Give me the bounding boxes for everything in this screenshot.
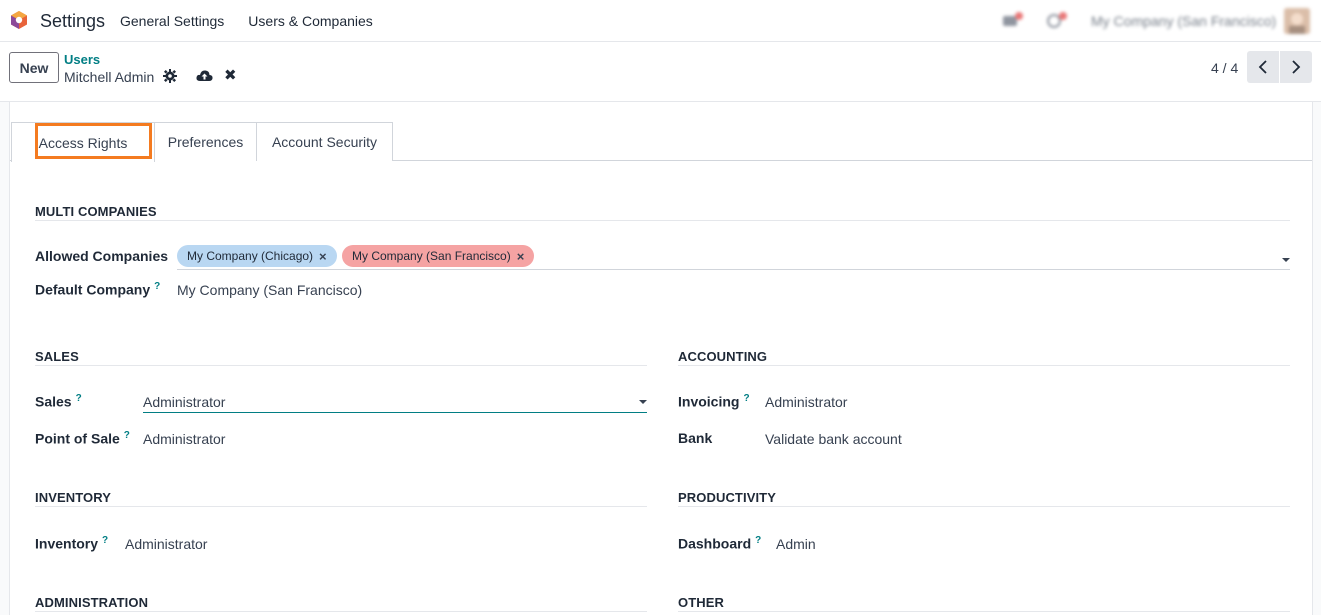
menu-users-companies[interactable]: Users & Companies — [248, 13, 373, 29]
top-menu: General Settings Users & Companies — [120, 13, 373, 29]
dashboard-value[interactable]: Admin — [776, 536, 816, 552]
pager-previous-button[interactable] — [1247, 51, 1279, 83]
section-divider — [35, 506, 647, 507]
default-company-value[interactable]: My Company (San Francisco) — [177, 282, 362, 298]
pager-value[interactable]: 4 / 4 — [1211, 60, 1238, 76]
section-divider — [35, 220, 1290, 221]
section-divider — [35, 365, 647, 366]
inventory-label: Inventory? — [35, 535, 109, 552]
help-tooltip-icon[interactable]: ? — [124, 430, 130, 441]
section-divider — [678, 365, 1290, 366]
bank-value[interactable]: Validate bank account — [765, 431, 902, 447]
breadcrumb-users[interactable]: Users — [64, 52, 100, 67]
activity-clock-icon[interactable] — [1046, 12, 1068, 28]
allowed-companies-label: Allowed Companies — [35, 248, 169, 264]
invoicing-label: Invoicing? — [678, 393, 750, 410]
chevron-down-icon[interactable] — [1282, 258, 1290, 262]
help-tooltip-icon[interactable]: ? — [76, 393, 82, 404]
top-navbar: Settings General Settings Users & Compan… — [0, 0, 1321, 42]
section-divider — [678, 611, 1290, 612]
section-divider — [35, 611, 647, 612]
chevron-right-icon — [1292, 60, 1301, 74]
help-tooltip-icon[interactable]: ? — [102, 535, 108, 546]
point-of-sale-label: Point of Sale? — [35, 430, 130, 447]
inventory-value[interactable]: Administrator — [125, 536, 207, 552]
discard-icon[interactable]: ✖ — [224, 68, 237, 84]
control-panel: New Users Mitchell Admin ✖ 4 / 4 — [0, 42, 1321, 102]
section-title-inventory: INVENTORY — [35, 490, 112, 505]
app-title[interactable]: Settings — [40, 11, 105, 32]
tab-access-rights[interactable]: Access Rights — [11, 122, 155, 162]
invoicing-value[interactable]: Administrator — [765, 394, 847, 410]
help-tooltip-icon[interactable]: ? — [755, 535, 761, 546]
section-title-multi-companies: MULTI COMPANIES — [35, 204, 157, 219]
section-title-administration: ADMINISTRATION — [35, 595, 149, 610]
section-title-sales: SALES — [35, 349, 79, 364]
bank-label: Bank — [678, 430, 713, 446]
tag-remove-icon[interactable]: × — [319, 249, 327, 264]
odoo-app-icon[interactable] — [9, 10, 29, 30]
section-title-other: OTHER — [678, 595, 724, 610]
user-avatar[interactable] — [1284, 8, 1310, 34]
gear-icon[interactable] — [163, 69, 177, 83]
sales-label: Sales? — [35, 393, 82, 410]
tab-account-security[interactable]: Account Security — [257, 122, 393, 161]
section-title-productivity: PRODUCTIVITY — [678, 490, 776, 505]
avatar-image-icon — [1284, 8, 1310, 34]
point-of-sale-value[interactable]: Administrator — [143, 431, 225, 447]
tag-remove-icon[interactable]: × — [517, 249, 525, 264]
record-name: Mitchell Admin — [64, 69, 155, 85]
section-title-accounting: ACCOUNTING — [678, 349, 768, 364]
chevron-left-icon — [1258, 60, 1267, 74]
chevron-down-icon[interactable] — [639, 400, 647, 404]
messages-icon[interactable] — [1002, 12, 1024, 28]
sales-select[interactable]: Administrator — [143, 394, 225, 410]
tag-company-chicago: My Company (Chicago) × — [177, 245, 337, 267]
notebook-tabs: Access Rights Preferences Account Securi… — [10, 122, 1312, 162]
form-sheet: Access Rights Preferences Account Securi… — [9, 102, 1313, 615]
pager-next-button[interactable] — [1280, 51, 1312, 83]
tab-preferences[interactable]: Preferences — [155, 122, 257, 161]
new-button[interactable]: New — [9, 52, 59, 83]
help-tooltip-icon[interactable]: ? — [743, 393, 749, 404]
tag-company-san-francisco: My Company (San Francisco) × — [342, 245, 535, 267]
save-cloud-icon[interactable] — [196, 69, 213, 83]
dashboard-label: Dashboard? — [678, 535, 762, 552]
default-company-label: Default Company? — [35, 281, 161, 298]
menu-general-settings[interactable]: General Settings — [120, 13, 224, 29]
section-divider — [678, 506, 1290, 507]
company-switcher[interactable]: My Company (San Francisco) — [1091, 13, 1276, 29]
help-tooltip-icon[interactable]: ? — [154, 281, 160, 292]
allowed-companies-input[interactable] — [177, 269, 1290, 270]
sales-select-underline — [143, 412, 647, 413]
